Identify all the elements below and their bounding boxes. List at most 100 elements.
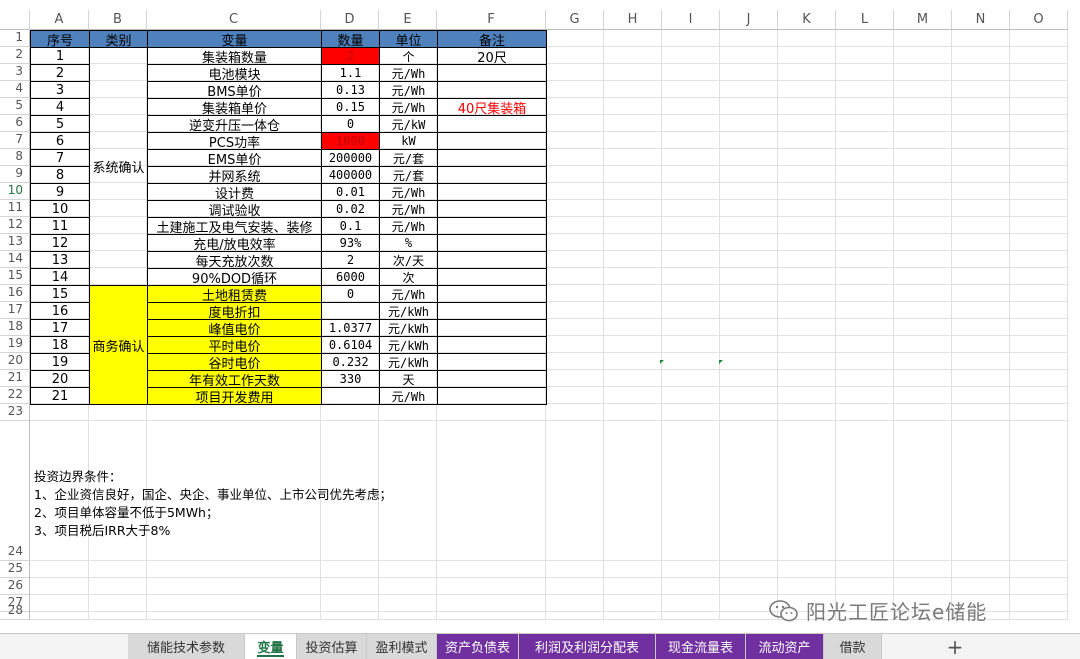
sheet-tab[interactable]: 盈利模式 <box>367 634 437 659</box>
row-header-11[interactable]: 11 <box>0 200 30 217</box>
column-header-j[interactable]: J <box>720 10 778 30</box>
row-header-18[interactable]: 18 <box>0 319 30 336</box>
item-seq[interactable]: 16 <box>30 302 90 320</box>
empty-cell[interactable] <box>778 353 836 370</box>
empty-cell[interactable] <box>1010 81 1068 98</box>
empty-cell[interactable] <box>1010 47 1068 64</box>
item-unit[interactable]: 元/Wh <box>379 285 438 303</box>
empty-cell[interactable] <box>379 404 437 421</box>
empty-cell[interactable] <box>604 234 662 251</box>
empty-cell[interactable] <box>952 30 1010 47</box>
empty-cell[interactable] <box>546 421 604 561</box>
row-header-8[interactable]: 8 <box>0 149 30 166</box>
empty-cell[interactable] <box>720 421 778 561</box>
empty-cell[interactable] <box>379 612 437 620</box>
empty-cell[interactable] <box>662 404 720 421</box>
empty-cell[interactable] <box>836 353 894 370</box>
item-qty[interactable]: 93% <box>321 234 380 252</box>
item-variable[interactable]: EMS单价 <box>147 149 322 167</box>
empty-cell[interactable] <box>662 64 720 81</box>
empty-cell[interactable] <box>604 81 662 98</box>
empty-cell[interactable] <box>894 561 952 578</box>
empty-cell[interactable] <box>952 234 1010 251</box>
empty-cell[interactable] <box>546 612 604 620</box>
empty-cell[interactable] <box>1010 166 1068 183</box>
item-qty[interactable]: 6000 <box>321 268 380 286</box>
empty-cell[interactable] <box>778 302 836 319</box>
empty-cell[interactable] <box>720 30 778 47</box>
empty-cell[interactable] <box>604 98 662 115</box>
empty-cell[interactable] <box>836 387 894 404</box>
empty-cell[interactable] <box>662 166 720 183</box>
empty-cell[interactable] <box>662 421 720 561</box>
empty-cell[interactable] <box>720 302 778 319</box>
item-unit[interactable]: 元/Wh <box>379 64 438 82</box>
item-qty[interactable]: 0.13 <box>321 81 380 99</box>
empty-cell[interactable] <box>778 251 836 268</box>
empty-cell[interactable] <box>952 302 1010 319</box>
item-unit[interactable]: 元/套 <box>379 166 438 184</box>
empty-cell[interactable] <box>894 200 952 217</box>
empty-cell[interactable] <box>720 217 778 234</box>
empty-cell[interactable] <box>546 251 604 268</box>
empty-cell[interactable] <box>894 370 952 387</box>
item-qty[interactable]: 2 <box>321 47 380 65</box>
item-remark[interactable] <box>437 183 547 201</box>
item-unit[interactable]: 元/kW <box>379 115 438 133</box>
item-qty[interactable]: 1.0377 <box>321 319 380 337</box>
empty-cell[interactable] <box>720 98 778 115</box>
item-qty[interactable]: 0 <box>321 115 380 133</box>
empty-cell[interactable] <box>30 595 89 612</box>
empty-cell[interactable] <box>662 319 720 336</box>
empty-cell[interactable] <box>546 285 604 302</box>
empty-cell[interactable] <box>836 81 894 98</box>
empty-cell[interactable] <box>836 30 894 47</box>
empty-cell[interactable] <box>720 370 778 387</box>
empty-cell[interactable] <box>1010 370 1068 387</box>
empty-cell[interactable] <box>147 561 321 578</box>
empty-cell[interactable] <box>89 595 147 612</box>
item-remark[interactable] <box>437 387 547 405</box>
sheet-tab[interactable]: 变量 <box>245 634 297 659</box>
empty-cell[interactable] <box>604 200 662 217</box>
empty-cell[interactable] <box>1010 200 1068 217</box>
column-header-h[interactable]: H <box>604 10 662 30</box>
item-unit[interactable]: 元/Wh <box>379 200 438 218</box>
empty-cell[interactable] <box>952 561 1010 578</box>
item-unit[interactable]: 元/Wh <box>379 387 438 405</box>
empty-cell[interactable] <box>437 421 546 561</box>
row-header-15[interactable]: 15 <box>0 268 30 285</box>
item-seq[interactable]: 10 <box>30 200 90 218</box>
empty-cell[interactable] <box>894 353 952 370</box>
item-variable[interactable]: 并网系统 <box>147 166 322 184</box>
empty-cell[interactable] <box>662 268 720 285</box>
empty-cell[interactable] <box>836 217 894 234</box>
item-remark[interactable] <box>437 115 547 133</box>
empty-cell[interactable] <box>836 149 894 166</box>
empty-cell[interactable] <box>321 578 379 595</box>
item-seq[interactable]: 8 <box>30 166 90 184</box>
item-variable[interactable]: 逆变升压一体仓 <box>147 115 322 133</box>
item-remark[interactable] <box>437 64 547 82</box>
item-remark[interactable] <box>437 81 547 99</box>
row-header-24[interactable]: 24 <box>0 421 30 561</box>
column-header-n[interactable]: N <box>952 10 1010 30</box>
row-header-14[interactable]: 14 <box>0 251 30 268</box>
empty-cell[interactable] <box>662 578 720 595</box>
empty-cell[interactable] <box>720 251 778 268</box>
empty-cell[interactable] <box>778 234 836 251</box>
empty-cell[interactable] <box>437 561 546 578</box>
empty-cell[interactable] <box>778 285 836 302</box>
empty-cell[interactable] <box>1010 285 1068 302</box>
empty-cell[interactable] <box>662 115 720 132</box>
empty-cell[interactable] <box>778 336 836 353</box>
empty-cell[interactable] <box>952 319 1010 336</box>
item-variable[interactable]: 调试验收 <box>147 200 322 218</box>
item-remark[interactable] <box>437 370 547 388</box>
empty-cell[interactable] <box>604 561 662 578</box>
row-header-13[interactable]: 13 <box>0 234 30 251</box>
empty-cell[interactable] <box>894 319 952 336</box>
item-unit[interactable]: 次 <box>379 268 438 286</box>
sheet-tab[interactable]: 现金流量表 <box>656 634 746 659</box>
empty-cell[interactable] <box>662 302 720 319</box>
